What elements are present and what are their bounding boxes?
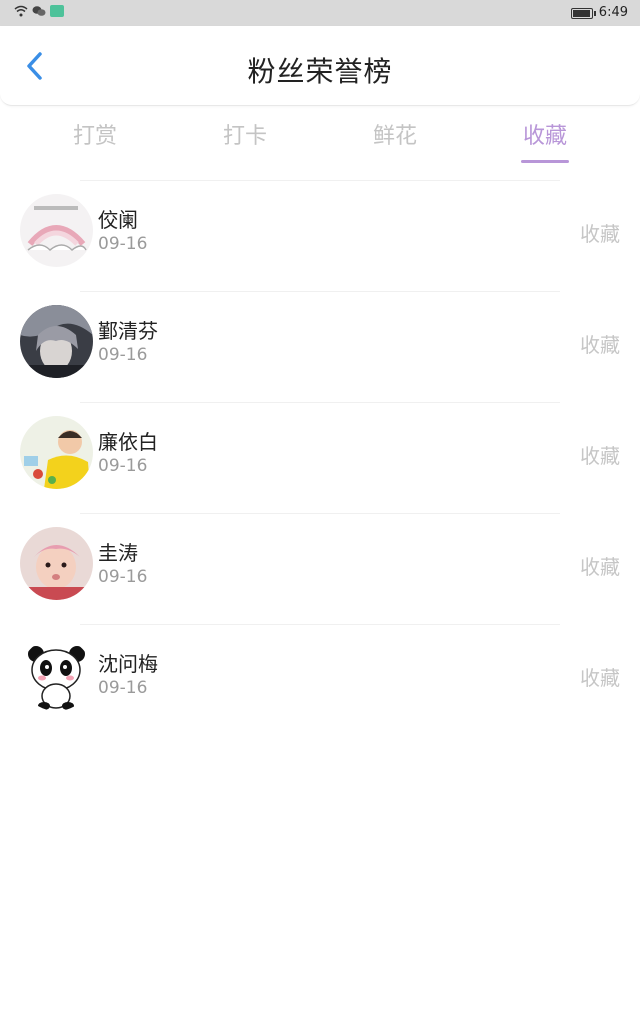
fan-name: 廉依白	[98, 430, 158, 454]
action-label: 收藏	[580, 555, 620, 579]
tab-favorites[interactable]: 收藏	[495, 118, 595, 150]
fan-name: 鄞清芬	[98, 319, 158, 343]
child-avatar	[20, 416, 93, 489]
action-label: 收藏	[580, 333, 620, 357]
fan-name: 沈问梅	[98, 652, 158, 676]
header: 粉丝荣誉榜	[0, 26, 640, 106]
fan-date: 09-16	[98, 345, 148, 365]
tab-bar: 打赏 打卡 鲜花 收藏	[0, 108, 640, 168]
anime-avatar	[20, 305, 93, 378]
status-icons	[14, 5, 64, 17]
fan-name: 佼阑	[98, 208, 138, 232]
tab-flowers[interactable]: 鲜花	[345, 118, 445, 150]
action-label: 收藏	[580, 222, 620, 246]
divider	[80, 624, 560, 625]
action-label: 收藏	[580, 666, 620, 690]
panda-avatar	[20, 638, 93, 711]
rainbow-avatar	[20, 194, 93, 267]
page-title: 粉丝荣誉榜	[247, 55, 393, 88]
list-item[interactable]: 廉依白 09-16 收藏	[0, 402, 640, 513]
tab-reward[interactable]: 打赏	[45, 118, 145, 150]
status-time: 6:49	[598, 5, 628, 20]
battery-icon	[570, 7, 596, 19]
tab-checkin[interactable]: 打卡	[195, 118, 295, 150]
fan-date: 09-16	[98, 456, 148, 476]
action-label: 收藏	[580, 444, 620, 468]
fan-list: 佼阑 09-16 收藏 鄞清芬 09-16 收藏 廉依白 09-16 收藏 圭涛…	[0, 180, 640, 735]
divider	[80, 513, 560, 514]
status-bar: 6:49	[0, 0, 640, 26]
avatar[interactable]	[20, 416, 93, 489]
app-notification-icon	[50, 5, 64, 17]
divider	[80, 402, 560, 403]
chat-icon	[32, 6, 46, 16]
list-item[interactable]: 佼阑 09-16 收藏	[0, 180, 640, 291]
fan-date: 09-16	[98, 234, 148, 254]
avatar[interactable]	[20, 638, 93, 711]
avatar[interactable]	[20, 194, 93, 267]
list-item[interactable]: 沈问梅 09-16 收藏	[0, 624, 640, 735]
avatar[interactable]	[20, 305, 93, 378]
list-item[interactable]: 圭涛 09-16 收藏	[0, 513, 640, 624]
status-right: 6:49	[570, 4, 628, 22]
fan-date: 09-16	[98, 567, 148, 587]
divider	[80, 291, 560, 292]
fan-date: 09-16	[98, 678, 148, 698]
wifi-icon	[14, 5, 28, 17]
baby-avatar	[20, 527, 93, 600]
list-item[interactable]: 鄞清芬 09-16 收藏	[0, 291, 640, 402]
fan-name: 圭涛	[98, 541, 138, 565]
divider	[80, 180, 560, 181]
tab-active-indicator	[521, 160, 569, 163]
avatar[interactable]	[20, 527, 93, 600]
